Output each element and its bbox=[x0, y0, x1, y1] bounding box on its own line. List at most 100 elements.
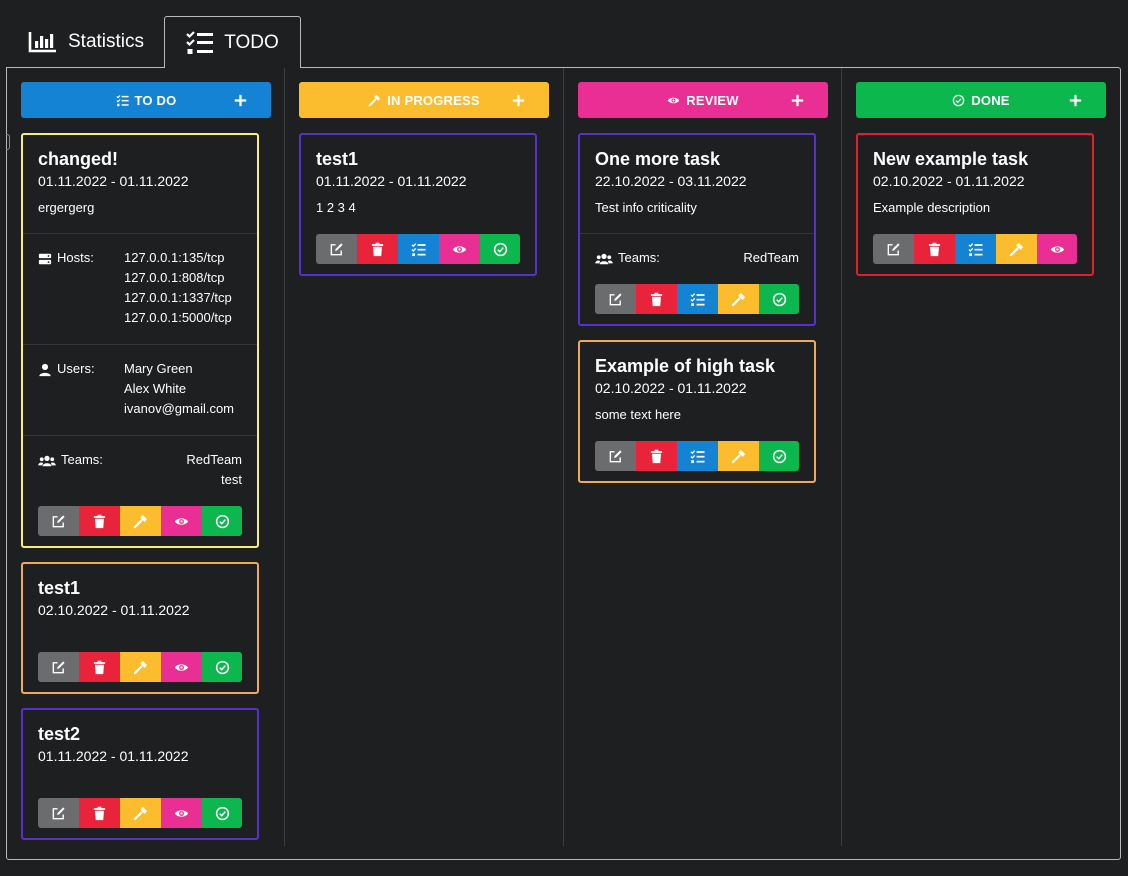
resize-handle[interactable] bbox=[6, 134, 10, 150]
move-to-done-button[interactable] bbox=[202, 798, 242, 828]
bar-chart-icon bbox=[28, 30, 58, 54]
hammer-icon bbox=[1009, 242, 1024, 257]
check-circle-icon bbox=[493, 242, 508, 257]
eye-icon bbox=[452, 242, 467, 257]
move-to-review-button[interactable] bbox=[1037, 234, 1077, 264]
add-task-button[interactable]: + bbox=[229, 89, 251, 111]
eye-icon bbox=[174, 660, 189, 675]
delete-button[interactable] bbox=[636, 441, 677, 471]
move-to-in-progress-button[interactable] bbox=[718, 284, 759, 314]
hammer-icon bbox=[368, 94, 381, 107]
move-to-todo-button[interactable] bbox=[398, 234, 439, 264]
move-to-done-button[interactable] bbox=[202, 506, 242, 536]
users-values: Mary Green Alex White ivanov@gmail.com bbox=[124, 359, 242, 419]
task-users: Users: Mary Green Alex White ivanov@gmail.c… bbox=[23, 344, 257, 435]
delete-button[interactable] bbox=[914, 234, 955, 264]
column-header: DONE + bbox=[856, 82, 1106, 118]
teams-values: RedTeam test bbox=[186, 450, 242, 490]
column-done: DONE + New example task 02.10.2022 - 01.11.… bbox=[856, 82, 1106, 290]
column-title: IN PROGRESS bbox=[387, 92, 480, 108]
edit-button[interactable] bbox=[38, 506, 79, 536]
move-to-in-progress-button[interactable] bbox=[718, 441, 759, 471]
card-actions bbox=[316, 234, 520, 264]
card-actions bbox=[38, 506, 242, 536]
move-to-done-button[interactable] bbox=[759, 441, 799, 471]
move-to-done-button[interactable] bbox=[480, 234, 520, 264]
teams-label-text: Teams: bbox=[618, 250, 660, 265]
move-to-in-progress-button[interactable] bbox=[120, 652, 161, 682]
plus-icon bbox=[234, 94, 247, 107]
delete-button[interactable] bbox=[79, 506, 120, 536]
add-task-button[interactable]: + bbox=[786, 89, 808, 111]
tab-todo[interactable]: TODO bbox=[164, 16, 301, 68]
edit-button[interactable] bbox=[316, 234, 357, 264]
edit-button[interactable] bbox=[595, 441, 636, 471]
plus-icon bbox=[791, 94, 804, 107]
trash-icon bbox=[92, 806, 107, 821]
team-value: RedTeam bbox=[186, 452, 242, 467]
column-in-progress: IN PROGRESS + test1 01.11.2022 - 01.11.2022… bbox=[299, 82, 549, 290]
column-title: TO DO bbox=[134, 92, 177, 108]
edit-button[interactable] bbox=[873, 234, 914, 264]
move-to-todo-button[interactable] bbox=[955, 234, 996, 264]
task-card[interactable]: changed! 01.11.2022 - 01.11.2022 ergergerg… bbox=[21, 133, 259, 548]
delete-button[interactable] bbox=[79, 652, 120, 682]
move-to-done-button[interactable] bbox=[202, 652, 242, 682]
task-description: ergergerg bbox=[38, 200, 95, 215]
column-review: REVIEW + One more task 22.10.2022 - 03.11.2… bbox=[578, 82, 828, 497]
move-to-in-progress-button[interactable] bbox=[120, 506, 161, 536]
host-value: 127.0.0.1:808/tcp bbox=[124, 270, 225, 285]
add-task-button[interactable]: + bbox=[1064, 89, 1086, 111]
task-card[interactable]: test2 01.11.2022 - 01.11.2022 bbox=[21, 708, 259, 840]
hammer-icon bbox=[133, 806, 148, 821]
add-task-button[interactable]: + bbox=[507, 89, 529, 111]
card-list: One more task 22.10.2022 - 03.11.2022 Test… bbox=[578, 133, 828, 483]
task-dates: 02.10.2022 - 01.11.2022 bbox=[38, 602, 190, 618]
move-to-in-progress-button[interactable] bbox=[996, 234, 1037, 264]
move-to-review-button[interactable] bbox=[161, 506, 202, 536]
move-to-in-progress-button[interactable] bbox=[120, 798, 161, 828]
move-to-review-button[interactable] bbox=[439, 234, 480, 264]
task-dates: 22.10.2022 - 03.11.2022 bbox=[595, 173, 747, 189]
eye-icon bbox=[174, 806, 189, 821]
edit-icon bbox=[886, 242, 901, 257]
task-title: New example task bbox=[873, 149, 1029, 169]
tab-statistics[interactable]: Statistics bbox=[28, 16, 144, 68]
server-icon bbox=[38, 252, 52, 266]
hosts-values: 127.0.0.1:135/tcp 127.0.0.1:808/tcp 127.0.… bbox=[124, 248, 242, 328]
move-to-done-button[interactable] bbox=[759, 284, 799, 314]
edit-button[interactable] bbox=[38, 798, 79, 828]
edit-button[interactable] bbox=[595, 284, 636, 314]
move-to-todo-button[interactable] bbox=[677, 284, 718, 314]
task-card[interactable]: test1 02.10.2022 - 01.11.2022 bbox=[21, 562, 259, 694]
trash-icon bbox=[370, 242, 385, 257]
teams-label: Teams: bbox=[38, 450, 103, 490]
task-card[interactable]: test1 01.11.2022 - 01.11.2022 1 2 3 4 bbox=[299, 133, 537, 276]
delete-button[interactable] bbox=[357, 234, 398, 264]
task-card[interactable]: One more task 22.10.2022 - 03.11.2022 Test… bbox=[578, 133, 816, 326]
card-list: changed! 01.11.2022 - 01.11.2022 ergergerg… bbox=[21, 133, 271, 840]
eye-icon bbox=[174, 514, 189, 529]
check-circle-icon bbox=[215, 660, 230, 675]
move-to-todo-button[interactable] bbox=[677, 441, 718, 471]
delete-button[interactable] bbox=[79, 798, 120, 828]
teams-values: RedTeam bbox=[743, 248, 799, 268]
task-dates: 01.11.2022 - 01.11.2022 bbox=[38, 748, 189, 764]
card-list: New example task 02.10.2022 - 01.11.2022 E… bbox=[856, 133, 1106, 276]
delete-button[interactable] bbox=[636, 284, 677, 314]
move-to-review-button[interactable] bbox=[161, 652, 202, 682]
move-to-review-button[interactable] bbox=[161, 798, 202, 828]
hammer-icon bbox=[133, 660, 148, 675]
task-teams: Teams: RedTeam bbox=[580, 233, 814, 284]
task-card[interactable]: Example of high task 02.10.2022 - 01.11.2… bbox=[578, 340, 816, 483]
edit-icon bbox=[51, 514, 66, 529]
edit-button[interactable] bbox=[38, 652, 79, 682]
column-divider bbox=[841, 68, 842, 846]
task-dates: 01.11.2022 - 01.11.2022 bbox=[38, 173, 189, 189]
hammer-icon bbox=[731, 449, 746, 464]
task-list-icon bbox=[411, 242, 426, 257]
task-card[interactable]: New example task 02.10.2022 - 01.11.2022 E… bbox=[856, 133, 1094, 276]
